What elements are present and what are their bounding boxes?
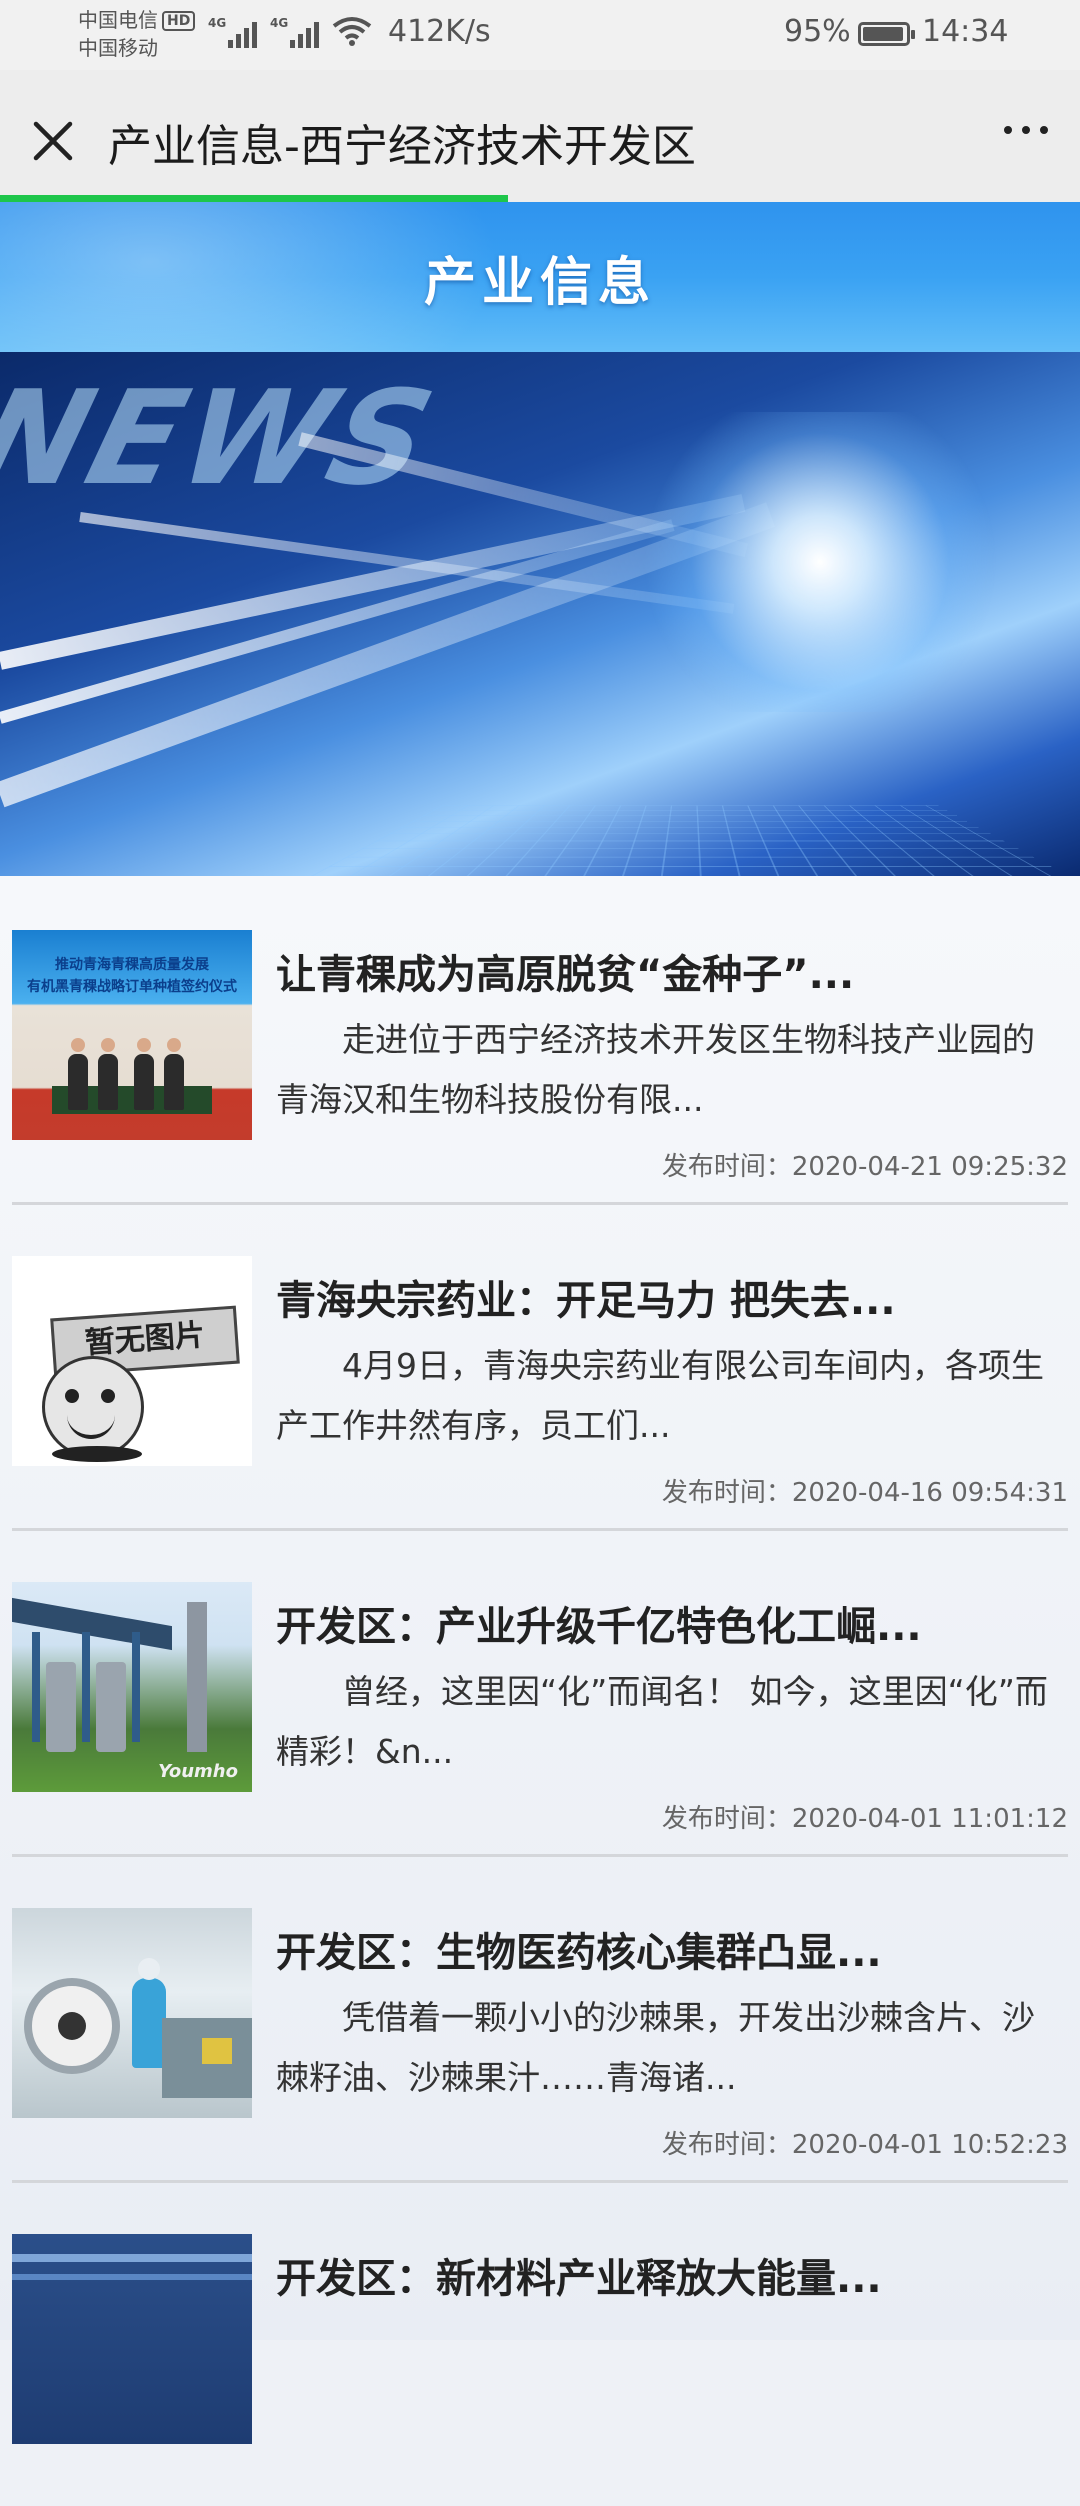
news-title: 青海央宗药业：开足马力 把失去...: [276, 1278, 896, 1324]
network-speed: 412K/s: [388, 14, 491, 49]
news-summary: 走进位于西宁经济技术开发区生物科技产业园的青海汉和生物科技股份有限...: [276, 1020, 1035, 1119]
news-item[interactable]: 开发区：新材料产业释放大能量...: [12, 2180, 1068, 2506]
news-date: 发布时间：2020-04-16 09:54:31: [661, 1478, 1068, 1508]
clock: 14:34: [922, 14, 1009, 49]
news-list: 推动青海青稞高质量发展 有机黑青稞战略订单种植签约仪式 让青稞成为高原脱贫“金种…: [0, 876, 1080, 2444]
news-item[interactable]: 暂无图片 青海央宗药业：开足马力 把失去... 4月9日，青海央宗药业有限公司车…: [12, 1202, 1068, 1531]
news-summary: 4月9日，青海央宗药业有限公司车间内，各项生产工作井然有序，员工们...: [276, 1346, 1044, 1445]
hero-light-glow: [640, 412, 1000, 712]
news-title: 开发区：新材料产业释放大能量...: [276, 2256, 882, 2302]
news-item[interactable]: Youmho 开发区：产业升级千亿特色化工崛... 曾经，这里因“化”而闻名！ …: [12, 1528, 1068, 1857]
news-date: 发布时间：2020-04-01 11:01:12: [661, 1804, 1068, 1834]
news-item[interactable]: 开发区：生物医药核心集群凸显... 凭借着一颗小小的沙棘果，开发出沙棘含片、沙棘…: [12, 1854, 1068, 2183]
thumbnail-watermark: Youmho: [158, 1761, 238, 1782]
news-thumbnail: [12, 2234, 252, 2444]
signal-icon-2: 4G: [270, 14, 319, 48]
wifi-icon: [332, 17, 372, 46]
carrier-1: 中国电信: [78, 8, 158, 32]
battery-percent: 95%: [784, 14, 851, 49]
battery-fill: [863, 27, 903, 41]
close-icon[interactable]: [24, 112, 84, 172]
carrier-2: 中国移动: [78, 36, 158, 60]
hero-grid-decoration: [300, 805, 1080, 876]
news-item[interactable]: 推动青海青稞高质量发展 有机黑青稞战略订单种植签约仪式 让青稞成为高原脱贫“金种…: [12, 876, 1068, 1205]
news-thumbnail-placeholder: 暂无图片: [12, 1256, 252, 1466]
hero-news-text: NEWS: [0, 362, 451, 514]
news-title: 开发区：产业升级千亿特色化工崛...: [276, 1604, 922, 1650]
thumbnail-caption: 推动青海青稞高质量发展 有机黑青稞战略订单种植签约仪式: [27, 957, 237, 995]
news-summary: 凭借着一颗小小的沙棘果，开发出沙棘含片、沙棘籽油、沙棘果汁……青海诸...: [276, 1998, 1035, 2097]
news-thumbnail: Youmho: [12, 1582, 252, 1792]
signal-icon: 4G: [208, 14, 257, 48]
news-date: 发布时间：2020-04-21 09:25:32: [661, 1152, 1068, 1182]
more-icon[interactable]: [1004, 126, 1048, 134]
hd-badge: HD: [162, 11, 196, 31]
news-title: 开发区：生物医药核心集群凸显...: [276, 1930, 882, 1976]
news-title: 让青稞成为高原脱贫“金种子”...: [276, 952, 855, 998]
battery-icon: [858, 22, 915, 46]
news-date: 发布时间：2020-04-01 10:52:23: [661, 2130, 1068, 2160]
news-thumbnail: 推动青海青稞高质量发展 有机黑青稞战略订单种植签约仪式: [12, 930, 252, 1140]
status-bar: 中国电信 HD 中国移动 4G 4G 412K/s 95% 14:34: [0, 0, 1080, 70]
load-progress-bar: [0, 195, 508, 202]
hero-image: NEWS: [0, 352, 1080, 876]
news-summary: 曾经，这里因“化”而闻名！ 如今，这里因“化”而精彩！&n...: [276, 1672, 1048, 1771]
cartoon-face-icon: [42, 1356, 144, 1458]
section-header: 产业信息: [0, 202, 1080, 352]
carrier-info: 中国电信 HD 中国移动: [78, 6, 196, 62]
title-bar: 产业信息-西宁经济技术开发区: [0, 70, 1080, 202]
news-thumbnail: [12, 1908, 252, 2118]
section-title: 产业信息: [423, 253, 656, 313]
page-title: 产业信息-西宁经济技术开发区: [108, 121, 696, 172]
